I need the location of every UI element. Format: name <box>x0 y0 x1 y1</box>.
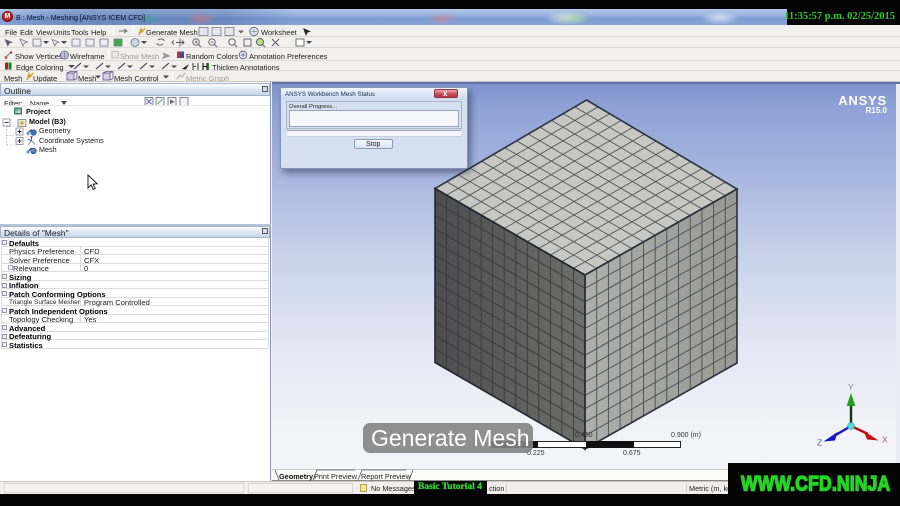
svg-text:Z: Z <box>817 438 822 448</box>
svg-text:X: X <box>882 435 888 445</box>
svg-text:Y: Y <box>848 382 854 392</box>
